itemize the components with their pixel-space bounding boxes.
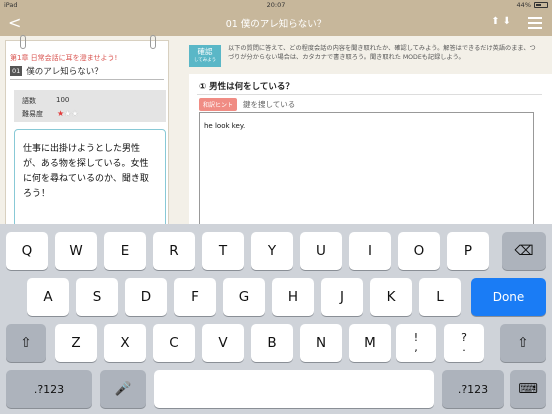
delete-key[interactable]: ⌫: [502, 232, 546, 270]
key-m[interactable]: M: [349, 324, 391, 362]
numbers-key-left[interactable]: .?123: [6, 370, 92, 408]
nav-bar: < 01 僕のアレ知らない？ ⬆⬇: [0, 10, 552, 36]
lesson-notebook: 第1章 日常会話に耳を澄ませよう! 01 僕のアレ知らない？ 語数 100 難易…: [5, 35, 169, 240]
question-panel: ① 男性は何をしている？ 和訳ヒント 鍵を捜している he look key.: [189, 74, 552, 234]
key-a[interactable]: A: [27, 278, 69, 316]
chapter-title: 第1章 日常会話に耳を澄ませよう!: [10, 54, 118, 62]
answer-input[interactable]: he look key.: [199, 112, 534, 234]
ring-icon: [20, 35, 26, 49]
status-bar: iPad 20:07 44%: [0, 0, 552, 10]
lesson-info: 語数 100 難易度 ★★★: [14, 90, 166, 122]
key-o[interactable]: O: [398, 232, 440, 270]
space-bar[interactable]: [154, 370, 434, 408]
key-b[interactable]: B: [251, 324, 293, 362]
hide-keyboard-icon[interactable]: ⌨: [510, 370, 546, 408]
microphone-icon[interactable]: 🎤: [100, 370, 146, 408]
difficulty-stars: ★★★: [57, 109, 79, 119]
key-q[interactable]: Q: [6, 232, 48, 270]
difficulty-label: 難易度: [22, 110, 43, 118]
clock: 20:07: [266, 1, 286, 9]
lesson-prompt: 仕事に出掛けようとした男性が、ある物を探している。女性に何を尋ねているのか、聞き…: [14, 129, 166, 239]
key-h[interactable]: H: [272, 278, 314, 316]
hint-row: 和訳ヒント 鍵を捜している: [199, 98, 295, 111]
shift-left-key[interactable]: ⇧: [6, 324, 46, 362]
key-f[interactable]: F: [174, 278, 216, 316]
key-z[interactable]: Z: [55, 324, 97, 362]
confirm-badge: 確認 してみよう: [189, 45, 221, 67]
sort-arrows-icon[interactable]: ⬆⬇: [491, 16, 514, 27]
divider: [10, 79, 164, 80]
battery-percent: 44%: [516, 1, 531, 9]
key-l[interactable]: L: [419, 278, 461, 316]
key-e[interactable]: E: [104, 232, 146, 270]
instructions: 以下の質問に答えて、どの程度会話の内容を聞き取れたか、確認してみよう。解答はでき…: [228, 45, 536, 61]
divider: [197, 94, 542, 95]
star-icon: ★: [71, 109, 79, 118]
hint-tag[interactable]: 和訳ヒント: [199, 98, 238, 111]
key-g[interactable]: G: [223, 278, 265, 316]
key-v[interactable]: V: [202, 324, 244, 362]
key-exclaim-comma[interactable]: !,: [396, 324, 436, 362]
word-count-value: 100: [56, 96, 70, 104]
key-question-period[interactable]: ?.: [444, 324, 484, 362]
key-n[interactable]: N: [300, 324, 342, 362]
shift-right-key[interactable]: ⇧: [500, 324, 546, 362]
key-k[interactable]: K: [370, 278, 412, 316]
lesson-title: 僕のアレ知らない？: [26, 67, 103, 77]
key-d[interactable]: D: [125, 278, 167, 316]
battery-icon: [534, 2, 548, 8]
on-screen-keyboard: QWERTYUIOP ⌫ ASDFGHJKL Done ⇧ ZXCVBNM !,…: [0, 224, 552, 414]
key-r[interactable]: R: [153, 232, 195, 270]
lesson-header: 01 僕のアレ知らない？: [10, 65, 103, 77]
word-count-label: 語数: [22, 97, 36, 105]
confirm-label: 確認: [197, 47, 213, 56]
ring-icon: [150, 35, 156, 49]
menu-icon[interactable]: [528, 17, 542, 29]
key-x[interactable]: X: [104, 324, 146, 362]
numbers-key-right[interactable]: .?123: [442, 370, 504, 408]
lesson-number: 01: [10, 66, 23, 76]
hint-text: 鍵を捜している: [243, 100, 296, 109]
key-c[interactable]: C: [153, 324, 195, 362]
question-text: ① 男性は何をしている？: [199, 82, 294, 92]
key-t[interactable]: T: [202, 232, 244, 270]
confirm-sublabel: してみよう: [193, 58, 217, 63]
battery-indicator: 44%: [517, 1, 548, 9]
key-u[interactable]: U: [300, 232, 342, 270]
page-title: 01 僕のアレ知らない？: [225, 19, 327, 30]
key-y[interactable]: Y: [251, 232, 293, 270]
key-i[interactable]: I: [349, 232, 391, 270]
key-p[interactable]: P: [447, 232, 489, 270]
key-w[interactable]: W: [55, 232, 97, 270]
key-s[interactable]: S: [76, 278, 118, 316]
done-button[interactable]: Done: [471, 278, 546, 316]
key-j[interactable]: J: [321, 278, 363, 316]
